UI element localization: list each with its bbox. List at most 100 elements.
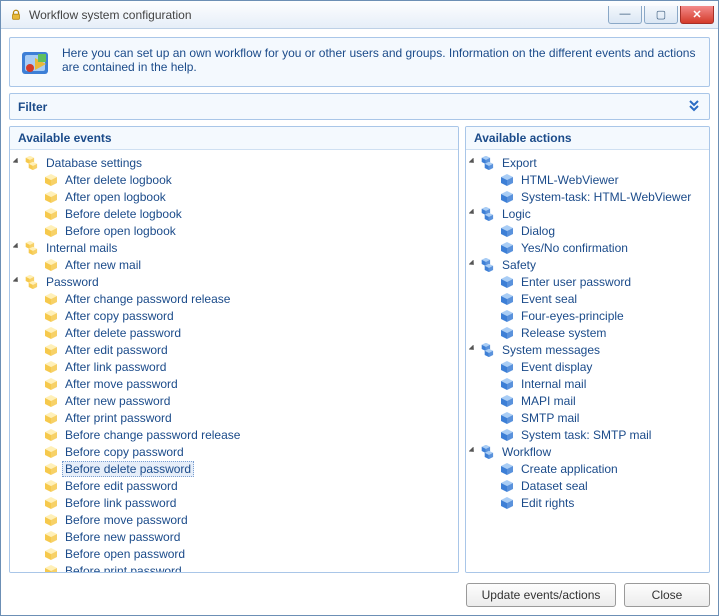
cube-icon [500, 275, 514, 289]
expand-filter-icon[interactable] [687, 98, 701, 115]
cube-icon [44, 564, 58, 573]
cube-icon [44, 258, 58, 272]
cube-icon [44, 496, 58, 510]
tree-item[interactable]: Before new password [12, 528, 456, 545]
cube-icon [44, 190, 58, 204]
tree-item[interactable]: Before move password [12, 511, 456, 528]
tree-item[interactable]: After new mail [12, 256, 456, 273]
titlebar[interactable]: Workflow system configuration — ▢ ✕ [1, 1, 718, 29]
cube-icon [44, 292, 58, 306]
tree-item[interactable]: After new password [12, 392, 456, 409]
content-area: Here you can set up an own workflow for … [1, 29, 718, 615]
tree-item[interactable]: Yes/No confirmation [468, 239, 707, 256]
collapse-icon[interactable] [468, 344, 479, 355]
tree-item[interactable]: Before open logbook [12, 222, 456, 239]
tree-item-label: After open logbook [62, 190, 169, 204]
collapse-icon[interactable] [12, 157, 23, 168]
tree-group-row[interactable]: Workflow [468, 443, 707, 460]
cube-icon [500, 428, 514, 442]
tree-item[interactable]: After delete password [12, 324, 456, 341]
tree-item[interactable]: System-task: HTML-WebViewer [468, 188, 707, 205]
tree-item[interactable]: Before delete logbook [12, 205, 456, 222]
tree-item[interactable]: Before delete password [12, 460, 456, 477]
cubes-icon [25, 275, 39, 289]
tree-item[interactable]: Dialog [468, 222, 707, 239]
tree-item[interactable]: After delete logbook [12, 171, 456, 188]
maximize-button[interactable]: ▢ [644, 6, 678, 24]
tree-group-label: Workflow [499, 445, 554, 459]
tree-item[interactable]: Before open password [12, 545, 456, 562]
tree-item[interactable]: Dataset seal [468, 477, 707, 494]
tree-item-label: SMTP mail [518, 411, 582, 425]
collapse-icon[interactable] [468, 446, 479, 457]
tree-item[interactable]: Edit rights [468, 494, 707, 511]
cube-icon [500, 241, 514, 255]
tree-item[interactable]: After move password [12, 375, 456, 392]
tree-item[interactable]: Event display [468, 358, 707, 375]
tree-group-row[interactable]: Password [12, 273, 456, 290]
tree-item-label: Dialog [518, 224, 558, 238]
collapse-icon[interactable] [12, 276, 23, 287]
tree-group-row[interactable]: Database settings [12, 154, 456, 171]
tree-item[interactable]: After open logbook [12, 188, 456, 205]
tree-item[interactable]: Four-eyes-principle [468, 307, 707, 324]
panels: Available events Database settingsAfter … [9, 126, 710, 573]
cube-icon [44, 513, 58, 527]
tree-item[interactable]: Enter user password [468, 273, 707, 290]
tree-item-label: System-task: HTML-WebViewer [518, 190, 694, 204]
tree-item[interactable]: Create application [468, 460, 707, 477]
close-button[interactable]: Close [624, 583, 710, 607]
tree-item[interactable]: Release system [468, 324, 707, 341]
tree-item-label: Before open logbook [62, 224, 179, 238]
tree-group-row[interactable]: Logic [468, 205, 707, 222]
tree-group-row[interactable]: System messages [468, 341, 707, 358]
tree-group-label: Export [499, 156, 540, 170]
tree-group-label: Safety [499, 258, 539, 272]
actions-header: Available actions [466, 127, 709, 150]
tree-item[interactable]: After edit password [12, 341, 456, 358]
update-button[interactable]: Update events/actions [466, 583, 616, 607]
tree-item[interactable]: After link password [12, 358, 456, 375]
tree-group-row[interactable]: Safety [468, 256, 707, 273]
tree-item[interactable]: After change password release [12, 290, 456, 307]
cube-icon [500, 173, 514, 187]
tree-item[interactable]: HTML-WebViewer [468, 171, 707, 188]
tree-item[interactable]: Before change password release [12, 426, 456, 443]
tree-item-label: Event display [518, 360, 595, 374]
events-tree[interactable]: Database settingsAfter delete logbook Aft… [10, 150, 458, 572]
tree-group-row[interactable]: Export [468, 154, 707, 171]
tree-item[interactable]: Before copy password [12, 443, 456, 460]
tree-item[interactable]: Before print password [12, 562, 456, 572]
tree-item[interactable]: Before edit password [12, 477, 456, 494]
cubes-icon [25, 156, 39, 170]
tree-item-label: After change password release [62, 292, 233, 306]
tree-item-label: Enter user password [518, 275, 634, 289]
tree-item[interactable]: MAPI mail [468, 392, 707, 409]
close-window-button[interactable]: ✕ [680, 6, 714, 24]
collapse-icon[interactable] [468, 157, 479, 168]
tree-item[interactable]: Event seal [468, 290, 707, 307]
tree-item-label: Before delete password [62, 461, 194, 477]
tree-item-label: After delete password [62, 326, 184, 340]
collapse-icon[interactable] [468, 208, 479, 219]
collapse-icon[interactable] [468, 259, 479, 270]
cube-icon [44, 360, 58, 374]
cubes-icon [481, 258, 495, 272]
tree-item-label: Four-eyes-principle [518, 309, 627, 323]
tree-item[interactable]: System task: SMTP mail [468, 426, 707, 443]
actions-panel: Available actions ExportHTML-WebViewer Sy… [465, 126, 710, 573]
minimize-button[interactable]: — [608, 6, 642, 24]
tree-item-label: Before copy password [62, 445, 187, 459]
tree-item[interactable]: SMTP mail [468, 409, 707, 426]
cube-icon [500, 496, 514, 510]
tree-group-row[interactable]: Internal mails [12, 239, 456, 256]
actions-tree[interactable]: ExportHTML-WebViewer System-task: HTML-We… [466, 150, 709, 572]
tree-item[interactable]: Before link password [12, 494, 456, 511]
tree-item[interactable]: Internal mail [468, 375, 707, 392]
tree-item[interactable]: After print password [12, 409, 456, 426]
cubes-icon [481, 207, 495, 221]
filter-bar[interactable]: Filter [9, 93, 710, 120]
tree-item[interactable]: After copy password [12, 307, 456, 324]
collapse-icon[interactable] [12, 242, 23, 253]
window-title: Workflow system configuration [29, 8, 608, 22]
